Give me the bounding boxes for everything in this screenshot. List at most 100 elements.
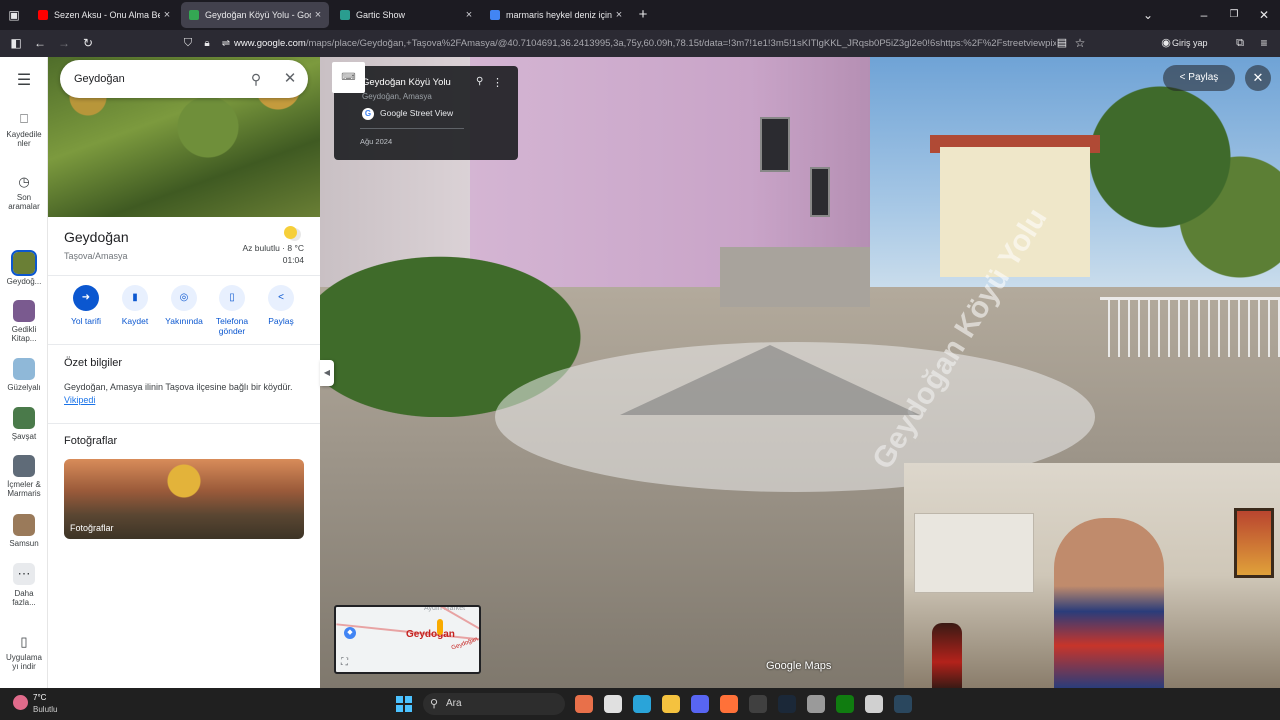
action-label: Yakınında	[165, 316, 203, 326]
tab-list-chevron-icon[interactable]: ⌄	[1140, 0, 1156, 30]
extensions-icon[interactable]: ⧉	[1230, 30, 1250, 57]
send-to-phone-button[interactable]: ▯ Telefona gönder	[208, 285, 256, 336]
tab-1[interactable]: Geydoğan Köyü Yolu - Google Haritalar ×	[181, 2, 329, 28]
street-view-share-button[interactable]: < Paylaş	[1163, 65, 1235, 91]
window	[760, 117, 790, 172]
expand-map-icon[interactable]: ⛶	[341, 657, 348, 668]
shield-icon[interactable]: ⛉	[178, 30, 198, 57]
taskbar-condition[interactable]: Bulutlu	[33, 705, 57, 714]
webcam-overlay	[904, 463, 1280, 688]
new-tab-icon[interactable]: +	[634, 0, 652, 30]
sidebar-toggle-icon[interactable]: ◧	[6, 30, 26, 57]
tab-3[interactable]: marmaris heykel deniz içinde - Google'da…	[482, 2, 630, 28]
file-explorer-icon[interactable]	[662, 695, 680, 713]
share-icon: <	[268, 285, 294, 311]
rail-item-savsat[interactable]: Şavşat	[0, 407, 48, 441]
rail-item-label: Geydoğ...	[6, 277, 42, 286]
notepad-icon[interactable]	[865, 695, 883, 713]
more-vertical-icon[interactable]: ⋮	[492, 76, 503, 89]
back-icon[interactable]: ←	[30, 30, 50, 57]
action-label: Kaydet	[121, 316, 149, 326]
browser-tab-strip: ▣ Sezen Aksu - Onu Alma Beni Al × Geydoğ…	[0, 0, 1280, 30]
app-menu-icon[interactable]: ≡	[1254, 30, 1274, 57]
tab-title: marmaris heykel deniz içinde - Google'da…	[506, 10, 612, 20]
photos-heading: Fotoğraflar	[64, 435, 118, 447]
rail-item-guzelyali[interactable]: Güzelyalı	[0, 358, 48, 392]
steam-alt-icon[interactable]	[894, 695, 912, 713]
collapse-panel-button[interactable]: ◀	[320, 360, 334, 386]
firefox-icon[interactable]	[720, 695, 738, 713]
discord-icon[interactable]	[691, 695, 709, 713]
rail-item-geydogan[interactable]: Geydoğ...	[0, 250, 48, 286]
minimap[interactable]: Aydın Market ◆ Geydoğan Geydoğan ⛶	[334, 605, 481, 674]
edge-icon[interactable]	[633, 695, 651, 713]
app-icon[interactable]	[749, 695, 767, 713]
search-icon: ⚲	[430, 698, 439, 710]
forward-icon[interactable]: →	[54, 30, 74, 57]
tab-close-icon[interactable]: ×	[311, 9, 325, 21]
tab-0[interactable]: Sezen Aksu - Onu Alma Beni Al ×	[30, 2, 178, 28]
weather-widget-icon[interactable]	[13, 695, 28, 710]
minimap-place-label: Geydoğan	[406, 629, 455, 640]
minimize-icon[interactable]: –	[1196, 0, 1212, 30]
rail-item-label: İçmeler & Marmaris	[7, 480, 41, 498]
share-label: Paylaş	[1188, 72, 1219, 83]
tornado-app-icon[interactable]	[575, 695, 593, 713]
tab-2[interactable]: Gartic Show ×	[332, 2, 480, 28]
reload-icon[interactable]: ↻	[78, 30, 98, 57]
search-box[interactable]: Geydoğan ⚲ ✕	[60, 60, 308, 98]
directions-button[interactable]: ➜ Yol tarifi	[62, 285, 110, 326]
rail-item-more[interactable]: ⋯ Daha fazla...	[0, 563, 48, 607]
rail-item-label: Şavşat	[11, 432, 37, 441]
divider	[48, 423, 320, 424]
capture-date[interactable]: Ağu 2024	[360, 137, 392, 146]
rail-item-recent[interactable]: ◷ Son aramalar	[0, 175, 48, 212]
keyboard-shortcuts-icon[interactable]: ⌨	[332, 62, 365, 93]
rail-item-gedikli[interactable]: Gedikli Kitap...	[0, 300, 48, 343]
photos-thumbnail[interactable]: Fotoğraflar	[64, 459, 304, 539]
start-menu-icon[interactable]	[396, 696, 412, 712]
street-view-close-icon[interactable]: ✕	[1245, 65, 1271, 91]
sign-in-label[interactable]: Giriş yap	[1172, 35, 1208, 52]
tab-overview-icon[interactable]: ▣	[4, 0, 24, 30]
location-pin-icon[interactable]: ⚲	[476, 76, 483, 87]
action-label: Telefona gönder	[215, 316, 249, 336]
permissions-icon[interactable]: ⇌	[216, 30, 236, 57]
hamburger-menu-icon[interactable]: ☰	[0, 73, 48, 89]
restore-icon[interactable]: ❐	[1226, 0, 1242, 30]
taskbar-temperature[interactable]: 7°C	[33, 693, 46, 702]
bookmark-star-icon[interactable]: ☆	[1070, 30, 1090, 57]
tab-close-icon[interactable]: ×	[462, 9, 476, 21]
steam-icon[interactable]	[778, 695, 796, 713]
place-thumbnail	[13, 514, 35, 536]
nearby-button[interactable]: ◎ Yakınında	[160, 285, 208, 326]
url-bar[interactable]: www.google.com/maps/place/Geydoğan,+Taşo…	[234, 35, 1056, 52]
place-title: Geydoğan	[64, 229, 129, 245]
search-input[interactable]: Geydoğan	[74, 60, 125, 98]
wikipedia-link[interactable]: Vikipedi	[64, 395, 95, 405]
maps-left-rail: ☰ ⎕ Kaydedile nler ◷ Son aramalar Geydoğ…	[0, 57, 48, 688]
navigation-arrow-icon[interactable]	[620, 345, 920, 415]
rail-item-get-app[interactable]: ▯ Uygulama yı indir	[0, 635, 48, 672]
save-button[interactable]: ▮ Kaydet	[111, 285, 159, 326]
xbox-icon[interactable]	[836, 695, 854, 713]
share-button[interactable]: < Paylaş	[257, 285, 305, 326]
taskbar-search[interactable]: ⚲ Ara	[423, 693, 565, 715]
rail-item-icmeler[interactable]: İçmeler & Marmaris	[0, 455, 48, 498]
reader-view-icon[interactable]: ▤	[1052, 30, 1072, 57]
tab-close-icon[interactable]: ×	[612, 9, 626, 21]
window-close-icon[interactable]: ✕	[1256, 0, 1272, 30]
taskbar-search-label: Ara	[446, 698, 462, 709]
settings-icon[interactable]	[807, 695, 825, 713]
divider	[48, 275, 320, 276]
task-view-icon[interactable]	[604, 695, 622, 713]
lock-icon[interactable]: 🔒︎	[197, 30, 217, 57]
rail-item-saved[interactable]: ⎕ Kaydedile nler	[0, 112, 48, 149]
rail-item-samsun[interactable]: Samsun	[0, 514, 48, 548]
tab-close-icon[interactable]: ×	[160, 9, 174, 21]
search-icon[interactable]: ⚲	[248, 60, 264, 98]
rail-item-label: Son aramalar	[8, 193, 40, 211]
clear-icon[interactable]: ✕	[282, 60, 298, 98]
pegman-icon[interactable]	[437, 619, 443, 635]
rail-item-label: Uygulama yı indir	[5, 653, 42, 671]
